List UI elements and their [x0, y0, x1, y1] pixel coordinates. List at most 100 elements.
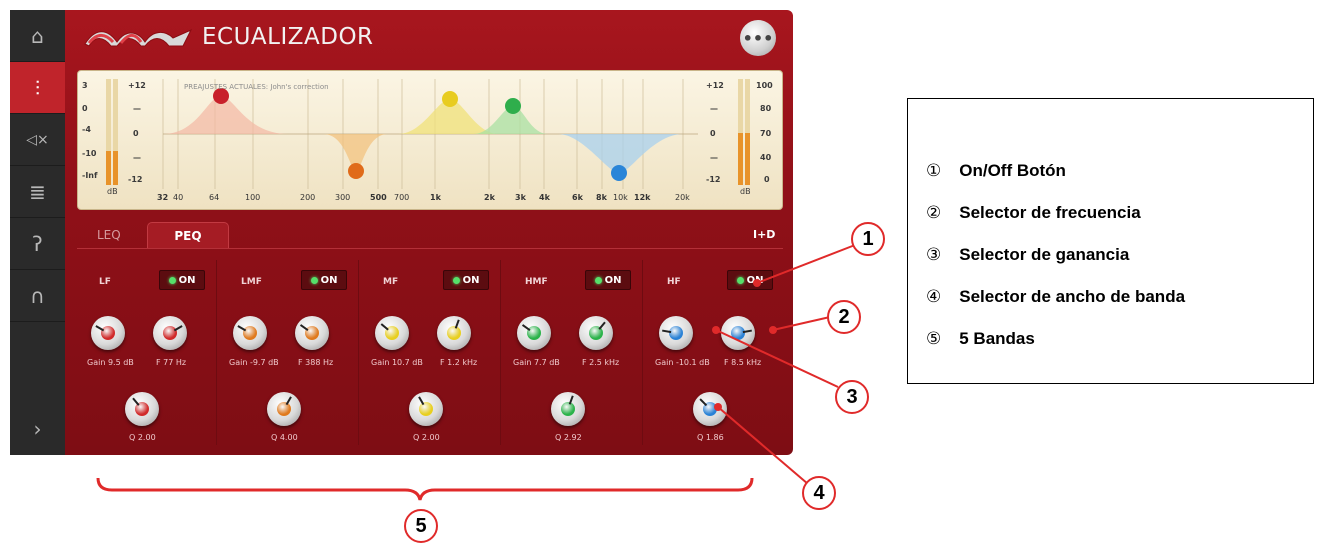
freq-label: 6k — [572, 193, 583, 202]
more-options-button[interactable]: ••• — [740, 20, 776, 56]
left-scale-label: 0 — [82, 104, 88, 113]
tab-i-d[interactable]: I+D — [753, 222, 775, 248]
on-label: ON — [462, 274, 480, 286]
frequency-knob[interactable] — [579, 316, 613, 350]
right-gain-scale-label: +12 — [706, 81, 724, 90]
tab-leq[interactable]: LEQ — [97, 222, 121, 248]
band-on-button[interactable]: ON — [301, 270, 347, 290]
header: ECUALIZADOR ••• — [65, 10, 793, 65]
knob-center — [277, 402, 291, 416]
eq-graph[interactable]: PREAJUSTES ACTUALES: John's correction 3… — [77, 70, 783, 210]
gain-value: Gain 10.7 dB — [371, 358, 423, 367]
right-scale-label: 0 — [764, 175, 770, 184]
gain-knob[interactable] — [375, 316, 409, 350]
frequency-value: F 388 Hz — [298, 358, 334, 367]
band-lf: LF ON Gain 9.5 dB F 77 Hz Q 2.00 — [77, 260, 217, 445]
home-icon[interactable]: ⌂ — [10, 10, 65, 62]
on-label: ON — [604, 274, 622, 286]
on-label: ON — [178, 274, 196, 286]
right-gain-scale-label: -12 — [706, 175, 721, 184]
q-value: Q 4.00 — [271, 433, 298, 442]
q-value: Q 2.92 — [555, 433, 582, 442]
eq-tabs: LEQ PEQ I+D — [77, 222, 783, 249]
left-scale-label: -Inf — [82, 171, 98, 180]
sidebar: ⌂ ⫶ ◁× ≣ ʔ ∩ › — [10, 10, 65, 455]
callout-1: 1 — [851, 222, 885, 256]
band-on-button[interactable]: ON — [443, 270, 489, 290]
equalizer-panel: ECUALIZADOR ••• PREAJUSTES ACTUALES: Joh… — [65, 10, 793, 455]
right-scale-label: 70 — [760, 129, 772, 138]
brand-logo-icon — [84, 28, 193, 47]
q-knob[interactable] — [267, 392, 301, 426]
q-knob[interactable] — [125, 392, 159, 426]
freq-label: 300 — [335, 193, 351, 202]
freq-label: 20k — [675, 193, 690, 202]
freq-label: 4k — [539, 193, 550, 202]
q-value: Q 2.00 — [413, 433, 440, 442]
knob-indicator — [742, 329, 752, 334]
knob-indicator — [173, 325, 183, 332]
freq-label: 1k — [430, 193, 441, 202]
frequency-knob[interactable] — [437, 316, 471, 350]
equalizer-icon[interactable]: ⫶ — [10, 62, 65, 114]
tab-peq[interactable]: PEQ — [147, 222, 229, 248]
band-hmf: HMF ON Gain 7.7 dB F 2.5 kHz Q 2.92 — [503, 260, 643, 445]
right-unit-label: dB — [740, 187, 751, 196]
led-icon — [736, 276, 744, 284]
band-lmf: LMF ON Gain -9.7 dB F 388 Hz Q 4.00 — [219, 260, 359, 445]
freq-label: 100 — [245, 193, 261, 202]
led-icon — [594, 276, 602, 284]
gain-knob[interactable] — [659, 316, 693, 350]
right-level-meter — [738, 79, 750, 185]
band-hf: HF ON Gain -10.1 dB F 8.5 kHz Q 1.86 — [645, 260, 785, 445]
gain-scale-label: — — [133, 104, 141, 113]
gain-scale-label: — — [133, 153, 141, 162]
band-name: LF — [99, 277, 111, 287]
knob-indicator — [418, 396, 425, 406]
frequency-value: F 77 Hz — [156, 358, 187, 367]
band-name: LMF — [241, 277, 262, 287]
knob-indicator — [237, 325, 247, 332]
band-name: HMF — [525, 277, 548, 287]
right-scale-label: 80 — [760, 104, 772, 113]
gain-knob[interactable] — [517, 316, 551, 350]
callout-2: 2 — [827, 300, 861, 334]
band-on-button[interactable]: ON — [585, 270, 631, 290]
next-arrow-icon[interactable]: › — [10, 403, 65, 455]
led-icon — [168, 276, 176, 284]
frequency-knob[interactable] — [153, 316, 187, 350]
headphones-icon[interactable]: ∩ — [10, 270, 65, 322]
frequency-knob[interactable] — [721, 316, 755, 350]
gain-scale-label: 0 — [133, 129, 139, 138]
freq-label: 200 — [300, 193, 316, 202]
knob-center — [669, 326, 683, 340]
callout-4: 4 — [802, 476, 836, 510]
band-on-button[interactable]: ON — [159, 270, 205, 290]
led-icon — [310, 276, 318, 284]
q-knob[interactable] — [551, 392, 585, 426]
gain-knob[interactable] — [91, 316, 125, 350]
left-scale-label: -4 — [82, 125, 91, 134]
gain-knob[interactable] — [233, 316, 267, 350]
speaker-mute-icon[interactable]: ◁× — [10, 114, 65, 166]
hearing-icon[interactable]: ʔ — [10, 218, 65, 270]
legend-item: ③ Selector de ganancia — [926, 245, 1130, 264]
q-knob[interactable] — [409, 392, 443, 426]
band-on-button[interactable]: ON — [727, 270, 773, 290]
gain-value: Gain -10.1 dB — [655, 358, 710, 367]
left-scale-label: 3 — [82, 81, 88, 90]
q-knob[interactable] — [693, 392, 727, 426]
gain-value: Gain 9.5 dB — [87, 358, 134, 367]
frequency-value: F 1.2 kHz — [440, 358, 478, 367]
freq-label: 700 — [394, 193, 410, 202]
left-scale-label: -10 — [82, 149, 97, 158]
knob-center — [561, 402, 575, 416]
frequency-knob[interactable] — [295, 316, 329, 350]
eq-curve-area — [106, 79, 750, 189]
band-mf: MF ON Gain 10.7 dB F 1.2 kHz Q 2.00 — [361, 260, 501, 445]
right-scale-label: 100 — [756, 81, 773, 90]
levels-icon[interactable]: ≣ — [10, 166, 65, 218]
page-title: ECUALIZADOR — [202, 24, 374, 50]
knob-indicator — [521, 324, 531, 331]
gain-scale-label: +12 — [128, 81, 146, 90]
